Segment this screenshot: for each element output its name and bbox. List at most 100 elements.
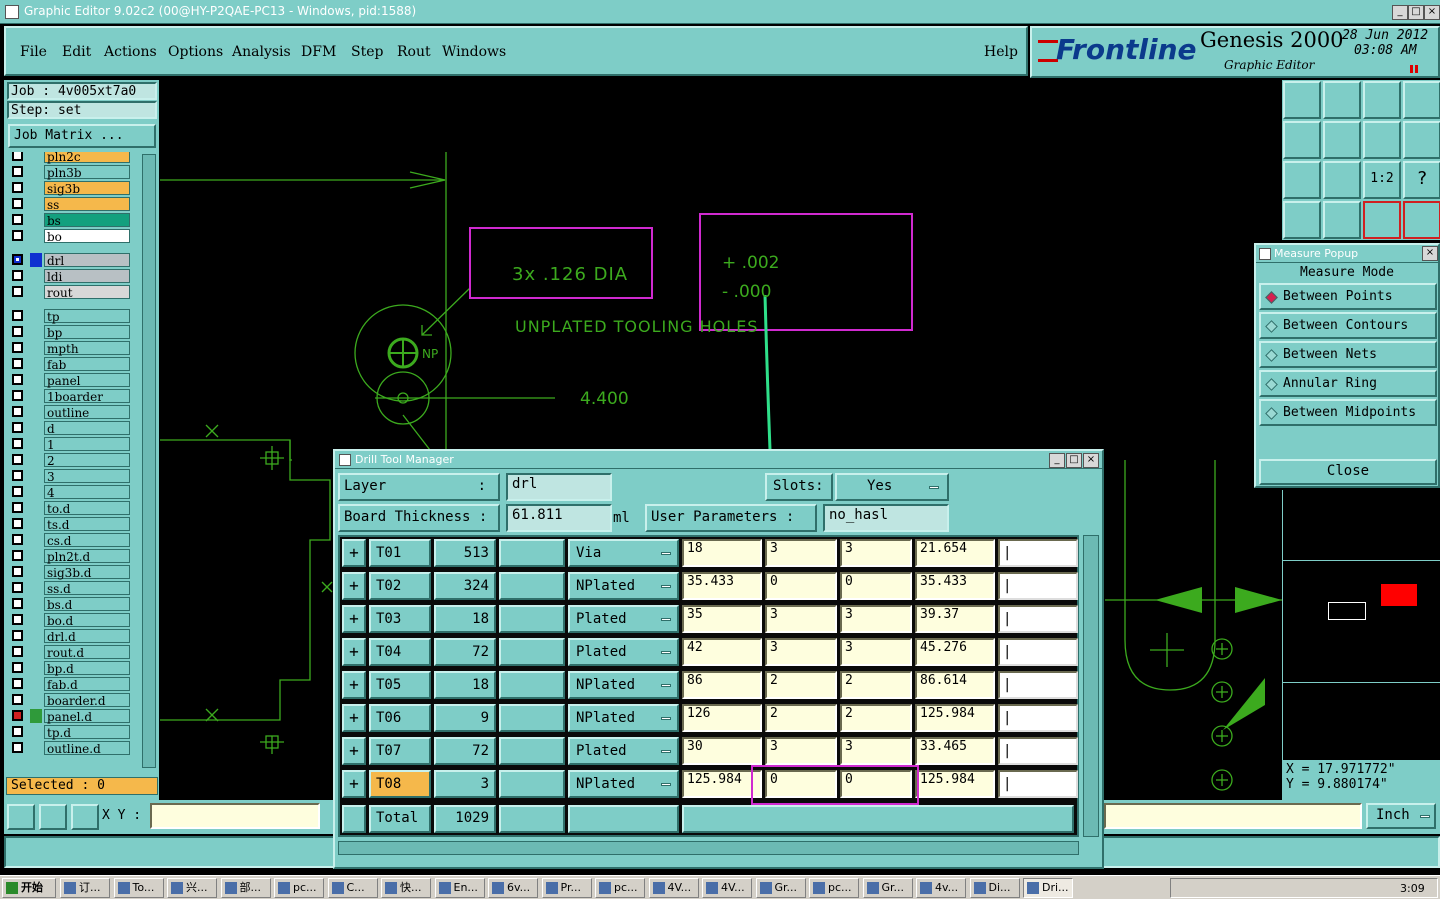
tool-plus-icon[interactable]: + <box>342 539 366 567</box>
layer-checkbox[interactable] <box>12 254 23 265</box>
tool-tol-minus-input[interactable]: 3 <box>840 539 912 567</box>
layer-name[interactable]: 2 <box>44 453 130 468</box>
zoom-in-icon[interactable] <box>1283 121 1321 159</box>
layer-name[interactable]: fab.d <box>44 677 130 692</box>
layer-name[interactable]: bo.d <box>44 613 130 628</box>
layer-row-cs-d[interactable]: cs.d <box>12 533 130 548</box>
minimap[interactable] <box>1282 490 1440 760</box>
layer-row-ts-d[interactable]: ts.d <box>12 517 130 532</box>
taskbar-item[interactable]: Pr... <box>541 878 592 898</box>
maximize-icon[interactable]: □ <box>1408 5 1424 20</box>
taskbar-item[interactable]: 订... <box>60 878 110 898</box>
layer-name[interactable]: pln2c <box>44 152 130 164</box>
tool-extra-input[interactable]: | <box>998 638 1078 666</box>
layer-checkbox[interactable] <box>12 198 23 209</box>
layer-name[interactable]: panel.d <box>44 709 130 724</box>
layer-checkbox[interactable] <box>12 390 23 401</box>
taskbar-item[interactable]: Di... <box>969 878 1020 898</box>
layer-row-pln2t-d[interactable]: pln2t.d <box>12 549 130 564</box>
layer-row-ldi[interactable]: ldi <box>12 269 130 284</box>
tool-tol-plus-input[interactable]: 0 <box>765 572 837 600</box>
tools-icon[interactable] <box>1283 201 1321 239</box>
tool-name[interactable]: T04 <box>369 638 431 666</box>
layer-checkbox[interactable] <box>12 286 23 297</box>
taskbar-item[interactable]: 4V... <box>702 878 752 898</box>
tool-tol-plus-input[interactable]: 2 <box>765 671 837 699</box>
taskbar-item[interactable]: 4v... <box>916 878 966 898</box>
table-vscroll[interactable] <box>1083 535 1099 837</box>
option-between-midpoints[interactable]: Between Midpoints <box>1259 399 1437 426</box>
window-icon[interactable] <box>1403 81 1440 119</box>
tool-name[interactable]: T08 <box>369 770 431 798</box>
pin-icon[interactable] <box>1323 201 1361 239</box>
close-icon[interactable]: × <box>1424 5 1440 20</box>
taskbar-item[interactable]: 6v... <box>488 878 538 898</box>
layer-row-to-d[interactable]: to.d <box>12 501 130 516</box>
layer-row-sig3b[interactable]: sig3b <box>12 181 130 196</box>
layer-checkbox[interactable] <box>12 310 23 321</box>
layer-name[interactable]: bs.d <box>44 597 130 612</box>
layer-checkbox[interactable] <box>12 518 23 529</box>
user-params-input[interactable]: no_hasl <box>823 504 949 532</box>
tool-tol-plus-input[interactable]: 2 <box>765 704 837 732</box>
tool-plus-icon[interactable]: + <box>342 605 366 633</box>
taskbar-item[interactable]: 4V... <box>648 878 699 898</box>
menu-analysis[interactable]: Analysis <box>232 44 291 60</box>
layer-checkbox[interactable] <box>12 406 23 417</box>
taskbar-item[interactable]: To... <box>113 878 164 898</box>
layer-name[interactable]: pln2t.d <box>44 549 130 564</box>
layer-name[interactable]: rout.d <box>44 645 130 660</box>
layer-name[interactable]: bs <box>44 213 130 228</box>
slots-selector[interactable]: Yes <box>835 473 949 501</box>
layer-name[interactable]: bo <box>44 229 130 244</box>
layer-checkbox[interactable] <box>12 214 23 225</box>
dtm-close-icon[interactable]: × <box>1083 453 1099 468</box>
layer-row-3[interactable]: 3 <box>12 469 130 484</box>
layer-checkbox[interactable] <box>12 342 23 353</box>
layer-row-bo-d[interactable]: bo.d <box>12 613 130 628</box>
tool-size-input[interactable]: 86 <box>682 671 762 699</box>
layer-row-ss-d[interactable]: ss.d <box>12 581 130 596</box>
layer-name[interactable]: 4 <box>44 485 130 500</box>
layer-checkbox[interactable] <box>12 438 23 449</box>
open-job-icon[interactable] <box>1283 81 1321 119</box>
tool-type-selector[interactable]: Via <box>568 539 679 567</box>
layer-name[interactable]: sig3b.d <box>44 565 130 580</box>
layer-checkbox[interactable] <box>12 582 23 593</box>
layer-row-drl-d[interactable]: drl.d <box>12 629 130 644</box>
tool-type-selector[interactable]: NPlated <box>568 671 679 699</box>
taskbar-item[interactable]: pc... <box>809 878 859 898</box>
tool-type-selector[interactable]: NPlated <box>568 770 679 798</box>
layer-name[interactable]: ss.d <box>44 581 130 596</box>
grid-tool-icon[interactable] <box>71 804 99 830</box>
layer-checkbox[interactable] <box>12 710 23 721</box>
layer-row-pln3b[interactable]: pln3b <box>12 165 130 180</box>
layer-checkbox[interactable] <box>12 646 23 657</box>
tool-extra-input[interactable]: | <box>998 605 1078 633</box>
layer-input[interactable]: drl <box>506 473 612 501</box>
tool-plus-icon[interactable]: + <box>342 671 366 699</box>
job-matrix-button[interactable]: Job Matrix ... <box>8 124 156 148</box>
layer-name[interactable]: to.d <box>44 501 130 516</box>
tool-extra-input[interactable]: | <box>998 704 1078 732</box>
tool-extra-input[interactable]: | <box>998 572 1078 600</box>
layer-row-rout-d[interactable]: rout.d <box>12 645 130 660</box>
tool-name[interactable]: T01 <box>369 539 431 567</box>
tool-type-selector[interactable]: Plated <box>568 638 679 666</box>
layer-checkbox[interactable] <box>12 502 23 513</box>
tool-size-input[interactable]: 42 <box>682 638 762 666</box>
layer-checkbox[interactable] <box>12 470 23 481</box>
tool-finish-input[interactable]: 125.984 <box>915 704 995 732</box>
tool-tol-minus-input[interactable]: 0 <box>840 572 912 600</box>
layer-row-bo[interactable]: bo <box>12 229 130 244</box>
menu-windows[interactable]: Windows <box>442 44 506 60</box>
center-icon[interactable] <box>1323 161 1361 199</box>
layer-checkbox[interactable] <box>12 726 23 737</box>
table-hscroll[interactable] <box>338 841 1079 855</box>
tool-finish-input[interactable]: 45.276 <box>915 638 995 666</box>
units-selector[interactable]: Inch <box>1366 803 1436 829</box>
layer-row-sig3b-d[interactable]: sig3b.d <box>12 565 130 580</box>
layer-name[interactable]: cs.d <box>44 533 130 548</box>
layer-row-panel-d[interactable]: panel.d <box>12 709 130 724</box>
tool-extra-input[interactable]: | <box>998 671 1078 699</box>
